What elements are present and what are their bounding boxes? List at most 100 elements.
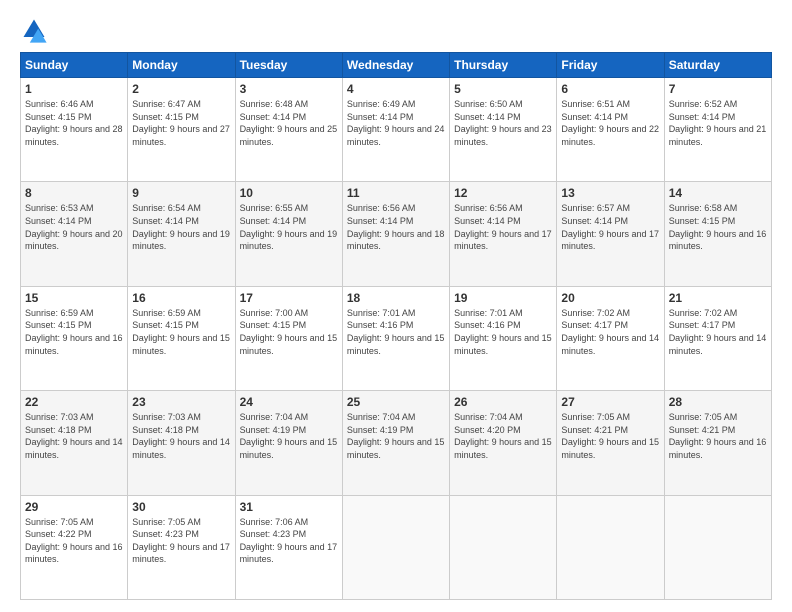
day-cell [664,495,771,599]
day-number: 14 [669,186,767,200]
day-cell: 27 Sunrise: 7:05 AM Sunset: 4:21 PM Dayl… [557,391,664,495]
day-cell [342,495,449,599]
day-number: 11 [347,186,445,200]
day-number: 24 [240,395,338,409]
day-number: 17 [240,291,338,305]
day-cell: 10 Sunrise: 6:55 AM Sunset: 4:14 PM Dayl… [235,182,342,286]
day-number: 1 [25,82,123,96]
day-info: Sunrise: 7:02 AM Sunset: 4:17 PM Dayligh… [669,307,767,357]
day-cell: 23 Sunrise: 7:03 AM Sunset: 4:18 PM Dayl… [128,391,235,495]
day-number: 18 [347,291,445,305]
day-cell: 11 Sunrise: 6:56 AM Sunset: 4:14 PM Dayl… [342,182,449,286]
day-cell: 24 Sunrise: 7:04 AM Sunset: 4:19 PM Dayl… [235,391,342,495]
day-cell: 6 Sunrise: 6:51 AM Sunset: 4:14 PM Dayli… [557,78,664,182]
day-number: 3 [240,82,338,96]
weekday-header-saturday: Saturday [664,53,771,78]
day-info: Sunrise: 6:53 AM Sunset: 4:14 PM Dayligh… [25,202,123,252]
day-cell: 13 Sunrise: 6:57 AM Sunset: 4:14 PM Dayl… [557,182,664,286]
day-number: 26 [454,395,552,409]
day-cell: 14 Sunrise: 6:58 AM Sunset: 4:15 PM Dayl… [664,182,771,286]
weekday-header-friday: Friday [557,53,664,78]
weekday-header-monday: Monday [128,53,235,78]
day-cell: 31 Sunrise: 7:06 AM Sunset: 4:23 PM Dayl… [235,495,342,599]
day-info: Sunrise: 6:59 AM Sunset: 4:15 PM Dayligh… [25,307,123,357]
day-number: 20 [561,291,659,305]
day-cell: 28 Sunrise: 7:05 AM Sunset: 4:21 PM Dayl… [664,391,771,495]
day-info: Sunrise: 6:49 AM Sunset: 4:14 PM Dayligh… [347,98,445,148]
day-info: Sunrise: 7:02 AM Sunset: 4:17 PM Dayligh… [561,307,659,357]
day-cell: 4 Sunrise: 6:49 AM Sunset: 4:14 PM Dayli… [342,78,449,182]
week-row-4: 22 Sunrise: 7:03 AM Sunset: 4:18 PM Dayl… [21,391,772,495]
weekday-header-sunday: Sunday [21,53,128,78]
day-cell: 5 Sunrise: 6:50 AM Sunset: 4:14 PM Dayli… [450,78,557,182]
day-info: Sunrise: 6:51 AM Sunset: 4:14 PM Dayligh… [561,98,659,148]
day-cell: 26 Sunrise: 7:04 AM Sunset: 4:20 PM Dayl… [450,391,557,495]
day-number: 2 [132,82,230,96]
day-cell: 17 Sunrise: 7:00 AM Sunset: 4:15 PM Dayl… [235,286,342,390]
header [20,16,772,44]
logo-icon [20,16,48,44]
day-info: Sunrise: 7:01 AM Sunset: 4:16 PM Dayligh… [347,307,445,357]
day-cell: 1 Sunrise: 6:46 AM Sunset: 4:15 PM Dayli… [21,78,128,182]
day-info: Sunrise: 6:59 AM Sunset: 4:15 PM Dayligh… [132,307,230,357]
weekday-header-thursday: Thursday [450,53,557,78]
page: SundayMondayTuesdayWednesdayThursdayFrid… [0,0,792,612]
week-row-2: 8 Sunrise: 6:53 AM Sunset: 4:14 PM Dayli… [21,182,772,286]
day-info: Sunrise: 6:50 AM Sunset: 4:14 PM Dayligh… [454,98,552,148]
day-info: Sunrise: 7:04 AM Sunset: 4:19 PM Dayligh… [347,411,445,461]
day-cell: 7 Sunrise: 6:52 AM Sunset: 4:14 PM Dayli… [664,78,771,182]
day-number: 7 [669,82,767,96]
week-row-5: 29 Sunrise: 7:05 AM Sunset: 4:22 PM Dayl… [21,495,772,599]
day-info: Sunrise: 7:04 AM Sunset: 4:20 PM Dayligh… [454,411,552,461]
day-number: 31 [240,500,338,514]
day-number: 21 [669,291,767,305]
day-info: Sunrise: 6:54 AM Sunset: 4:14 PM Dayligh… [132,202,230,252]
day-cell: 9 Sunrise: 6:54 AM Sunset: 4:14 PM Dayli… [128,182,235,286]
day-info: Sunrise: 7:05 AM Sunset: 4:21 PM Dayligh… [561,411,659,461]
day-cell: 18 Sunrise: 7:01 AM Sunset: 4:16 PM Dayl… [342,286,449,390]
day-info: Sunrise: 6:46 AM Sunset: 4:15 PM Dayligh… [25,98,123,148]
day-info: Sunrise: 7:06 AM Sunset: 4:23 PM Dayligh… [240,516,338,566]
day-info: Sunrise: 7:00 AM Sunset: 4:15 PM Dayligh… [240,307,338,357]
day-info: Sunrise: 6:48 AM Sunset: 4:14 PM Dayligh… [240,98,338,148]
weekday-header-wednesday: Wednesday [342,53,449,78]
day-cell: 8 Sunrise: 6:53 AM Sunset: 4:14 PM Dayli… [21,182,128,286]
day-cell: 12 Sunrise: 6:56 AM Sunset: 4:14 PM Dayl… [450,182,557,286]
day-number: 5 [454,82,552,96]
day-number: 9 [132,186,230,200]
day-info: Sunrise: 7:04 AM Sunset: 4:19 PM Dayligh… [240,411,338,461]
day-cell: 15 Sunrise: 6:59 AM Sunset: 4:15 PM Dayl… [21,286,128,390]
day-number: 10 [240,186,338,200]
day-cell: 30 Sunrise: 7:05 AM Sunset: 4:23 PM Dayl… [128,495,235,599]
day-info: Sunrise: 6:58 AM Sunset: 4:15 PM Dayligh… [669,202,767,252]
day-cell: 25 Sunrise: 7:04 AM Sunset: 4:19 PM Dayl… [342,391,449,495]
day-number: 16 [132,291,230,305]
day-number: 28 [669,395,767,409]
day-number: 22 [25,395,123,409]
day-number: 6 [561,82,659,96]
weekday-header-tuesday: Tuesday [235,53,342,78]
day-cell: 29 Sunrise: 7:05 AM Sunset: 4:22 PM Dayl… [21,495,128,599]
day-cell: 3 Sunrise: 6:48 AM Sunset: 4:14 PM Dayli… [235,78,342,182]
day-info: Sunrise: 6:56 AM Sunset: 4:14 PM Dayligh… [454,202,552,252]
day-cell: 21 Sunrise: 7:02 AM Sunset: 4:17 PM Dayl… [664,286,771,390]
calendar-table: SundayMondayTuesdayWednesdayThursdayFrid… [20,52,772,600]
day-number: 23 [132,395,230,409]
day-number: 12 [454,186,552,200]
day-number: 4 [347,82,445,96]
day-number: 8 [25,186,123,200]
day-cell: 2 Sunrise: 6:47 AM Sunset: 4:15 PM Dayli… [128,78,235,182]
day-info: Sunrise: 6:55 AM Sunset: 4:14 PM Dayligh… [240,202,338,252]
day-info: Sunrise: 7:03 AM Sunset: 4:18 PM Dayligh… [132,411,230,461]
day-cell: 22 Sunrise: 7:03 AM Sunset: 4:18 PM Dayl… [21,391,128,495]
day-info: Sunrise: 6:47 AM Sunset: 4:15 PM Dayligh… [132,98,230,148]
day-number: 29 [25,500,123,514]
day-number: 19 [454,291,552,305]
day-info: Sunrise: 6:52 AM Sunset: 4:14 PM Dayligh… [669,98,767,148]
day-info: Sunrise: 7:05 AM Sunset: 4:23 PM Dayligh… [132,516,230,566]
day-info: Sunrise: 6:57 AM Sunset: 4:14 PM Dayligh… [561,202,659,252]
day-number: 27 [561,395,659,409]
week-row-3: 15 Sunrise: 6:59 AM Sunset: 4:15 PM Dayl… [21,286,772,390]
day-info: Sunrise: 7:05 AM Sunset: 4:22 PM Dayligh… [25,516,123,566]
day-cell: 19 Sunrise: 7:01 AM Sunset: 4:16 PM Dayl… [450,286,557,390]
